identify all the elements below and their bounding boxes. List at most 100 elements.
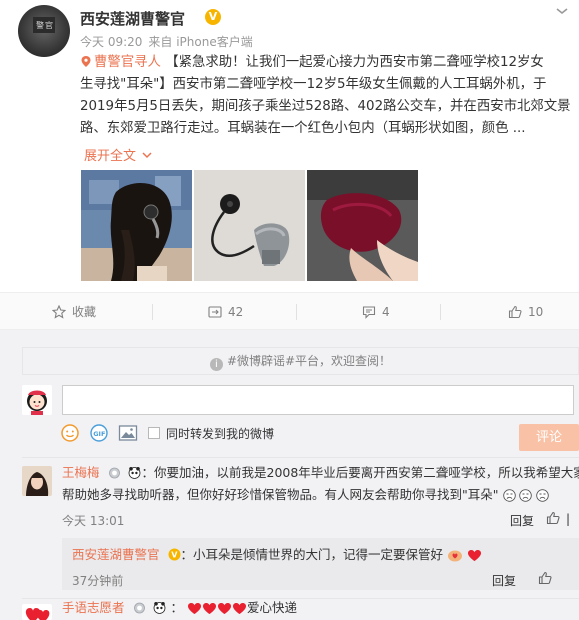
thumbs-up-icon bbox=[538, 571, 552, 585]
chevron-down-icon[interactable] bbox=[555, 6, 569, 16]
action-divider bbox=[440, 304, 441, 320]
comment-1-more[interactable]: | bbox=[566, 512, 570, 526]
avatar-emblem-icon: 警 官 bbox=[33, 17, 55, 33]
reply-thread: 西安莲湖曹警官 V ：小耳朵是倾情世界的大门，记得一定要保管好 37分钟前 回复 bbox=[62, 538, 579, 590]
favorite-label: 收藏 bbox=[72, 305, 97, 319]
comment-1: 王梅梅 ：你要加油，以前我是2008年毕业后要离开西安第二聋哑学校，所以我希望大… bbox=[62, 462, 579, 509]
like-count: 10 bbox=[528, 305, 544, 319]
action-divider bbox=[296, 304, 297, 320]
share-count: 42 bbox=[228, 305, 244, 319]
panda-icon bbox=[154, 602, 166, 614]
commenter-name[interactable]: 手语志愿者 bbox=[62, 600, 125, 615]
reply-1-reply-button[interactable]: 回复 bbox=[492, 572, 516, 589]
content-text-1: 【紧急求助！让我们一起爱心接力为西安市第二聋哑学校12岁女 bbox=[165, 55, 544, 70]
post-content: 曹警官寻人 【紧急求助！让我们一起爱心接力为西安市第二聋哑学校12岁女 生寻找"… bbox=[80, 52, 570, 140]
my-avatar[interactable] bbox=[22, 385, 52, 415]
commenter-name[interactable]: 王梅梅 bbox=[62, 465, 100, 480]
commenter-avatar[interactable] bbox=[22, 604, 52, 620]
content-line-3: 2019年5月5日丢失，期间孩子乘坐过528路、402路公交车，并在西安市北郊文… bbox=[80, 99, 570, 114]
verified-badge-icon: V bbox=[205, 9, 221, 25]
comment-1-reply-button[interactable]: 回复 bbox=[510, 512, 534, 529]
svg-text:官: 官 bbox=[45, 20, 53, 30]
reply-1-like-button[interactable] bbox=[538, 571, 552, 589]
thumbs-up-icon bbox=[546, 511, 560, 525]
comment-3-text: 爱心快递 bbox=[246, 600, 297, 615]
heart-icon bbox=[467, 547, 482, 569]
medal-icon bbox=[108, 467, 120, 479]
repost-checkbox[interactable] bbox=[148, 427, 160, 439]
post-image-3[interactable] bbox=[307, 170, 418, 281]
heart-icon bbox=[232, 600, 247, 620]
content-line-1: 曹警官寻人 【紧急求助！让我们一起爱心接力为西安市第二聋哑学校12岁女 bbox=[80, 52, 570, 74]
comment-1-like-button[interactable] bbox=[546, 511, 560, 529]
star-icon bbox=[51, 304, 67, 319]
info-icon: i bbox=[209, 358, 223, 371]
post-source[interactable]: 来自 iPhone客户端 bbox=[148, 35, 252, 49]
notice-text: #微博辟谣#平台，欢迎查阅！ bbox=[226, 354, 392, 368]
chevron-down-icon bbox=[142, 152, 152, 159]
comment-3: 手语志愿者 ： 爱心快递 bbox=[62, 597, 579, 620]
emoji-icon[interactable] bbox=[60, 424, 80, 442]
comment-1-line-2: 帮助她多寻找助听器，但你好好珍惜保管物品。有人网友会帮助你寻找到"耳朵" bbox=[62, 484, 579, 509]
heart-icon bbox=[217, 600, 232, 620]
location-icon bbox=[81, 56, 91, 67]
post-meta: 今天 09:20 来自 iPhone客户端 bbox=[80, 33, 259, 50]
reply-1-time: 37分钟前 bbox=[72, 574, 124, 588]
cochlear-implant-device-image bbox=[194, 170, 305, 281]
reply-1-text: ：小耳朵是倾情世界的大门，记得一定要保管好 bbox=[180, 547, 444, 562]
panda-icon bbox=[129, 467, 141, 479]
rumor-notice-bar[interactable]: i #微博辟谣#平台，欢迎查阅！ bbox=[22, 347, 579, 375]
expand-label: 展开全文 bbox=[84, 149, 137, 164]
post-time[interactable]: 今天 09:20 bbox=[80, 35, 142, 49]
thumbs-up-icon bbox=[508, 305, 522, 319]
user-photo-avatar-icon bbox=[22, 466, 52, 496]
author-avatar[interactable]: 警 官 bbox=[18, 5, 70, 57]
verified-badge-icon: V bbox=[168, 548, 180, 561]
repost-icon bbox=[208, 306, 222, 318]
expand-full-text-link[interactable]: 展开全文 bbox=[84, 145, 152, 164]
comment-1-text-2: 帮助她多寻找助听器，但你好好珍惜保管物品。有人网友会帮助你寻找到"耳朵" bbox=[62, 487, 499, 502]
comment-1-line-1: 王梅梅 ：你要加油，以前我是2008年毕业后要离开西安第二聋哑学校，所以我希望大… bbox=[62, 462, 579, 484]
like-button[interactable]: 10 bbox=[508, 293, 543, 331]
comment-button[interactable]: 4 bbox=[362, 293, 390, 331]
mention-link[interactable]: 曹警官寻人 bbox=[94, 55, 161, 70]
comment-1-time: 今天 13:01 bbox=[62, 514, 125, 528]
content-line-2: 生寻找"耳朵"】西安市第二聋哑学校一12岁5年级女生佩戴的人工耳蜗外机，于 bbox=[80, 77, 547, 92]
svg-text:GIF: GIF bbox=[93, 430, 105, 438]
action-divider bbox=[152, 304, 153, 320]
reply-1-line: 西安莲湖曹警官 V ：小耳朵是倾情世界的大门，记得一定要保管好 bbox=[72, 544, 572, 569]
crying-emoji-icon bbox=[502, 487, 550, 509]
gif-icon[interactable]: GIF bbox=[89, 424, 109, 442]
reply-author-name[interactable]: 西安莲湖曹警官 bbox=[72, 547, 160, 562]
post-image-1[interactable] bbox=[81, 170, 192, 281]
author-name[interactable]: 西安莲湖曹警官 bbox=[80, 8, 185, 29]
submit-comment-button[interactable]: 评论 bbox=[519, 424, 579, 451]
comment-bubble-icon bbox=[362, 306, 376, 319]
content-line-4: 路、东郊爱卫路行走过。耳蜗装在一个红色小包内（耳蜗形状如图，颜色 ... bbox=[80, 121, 526, 136]
comment-3-line: 手语志愿者 ： 爱心快递 bbox=[62, 597, 579, 620]
weibo-post: 警 官 西安莲湖曹警官 V 今天 09:20 来自 iPhone客户端 曹警官寻人… bbox=[0, 0, 579, 292]
cartoon-girl-avatar-icon bbox=[22, 385, 52, 415]
comment-1-text-1: ：你要加油，以前我是2008年毕业后要离开西安第二聋哑学校，所以我希望大家 bbox=[141, 465, 579, 480]
share-button[interactable]: 42 bbox=[208, 293, 243, 331]
comment-section: i #微博辟谣#平台，欢迎查阅！ GIF 同时转发到我的微博 评论 王梅梅 ：你… bbox=[0, 330, 579, 620]
image-upload-icon[interactable] bbox=[118, 424, 138, 442]
heart-hands-emoji-icon bbox=[447, 547, 463, 569]
svg-text:V: V bbox=[171, 551, 178, 560]
heart-avatar-icon bbox=[22, 604, 52, 620]
svg-text:警: 警 bbox=[36, 20, 44, 30]
comment-count: 4 bbox=[382, 305, 390, 319]
red-pouch-image bbox=[307, 170, 418, 281]
divider bbox=[22, 457, 579, 458]
girl-wearing-cochlear-implant-image bbox=[81, 170, 192, 281]
post-image-2[interactable] bbox=[194, 170, 305, 281]
repost-checkbox-label: 同时转发到我的微博 bbox=[166, 427, 275, 441]
comment-input[interactable] bbox=[62, 385, 574, 415]
heart-icon bbox=[202, 600, 217, 620]
reply-1: 西安莲湖曹警官 V ：小耳朵是倾情世界的大门，记得一定要保管好 bbox=[72, 544, 572, 569]
medal-icon bbox=[133, 602, 145, 614]
commenter-avatar[interactable] bbox=[22, 466, 52, 496]
heart-icon bbox=[187, 600, 202, 620]
post-action-bar: 收藏 42 4 10 bbox=[0, 292, 579, 330]
favorite-button[interactable]: 收藏 bbox=[51, 293, 97, 331]
